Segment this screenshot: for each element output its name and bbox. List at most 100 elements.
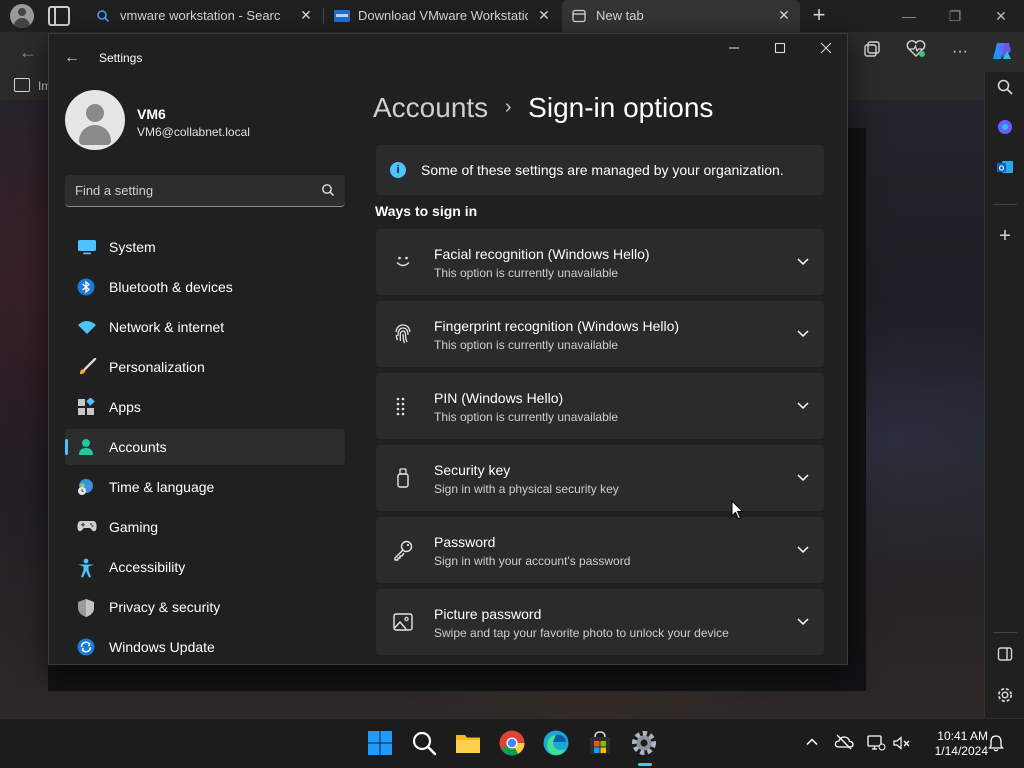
globe-clock-icon bbox=[77, 478, 95, 496]
back-arrow-icon[interactable]: ← bbox=[63, 49, 81, 67]
nav-item-accessibility[interactable]: Accessibility bbox=[65, 549, 345, 585]
nav-item-bluetooth[interactable]: Bluetooth & devices bbox=[65, 269, 345, 305]
chevron-down-icon[interactable] bbox=[796, 470, 810, 484]
accessibility-icon bbox=[77, 558, 95, 578]
profile-avatar-icon[interactable] bbox=[10, 4, 34, 28]
copilot-sidebar-icon[interactable] bbox=[993, 118, 1017, 142]
option-pin[interactable]: PIN (Windows Hello) This option is curre… bbox=[376, 373, 824, 439]
minimize-icon[interactable]: — bbox=[897, 6, 921, 26]
tab-vmware-download[interactable]: Download VMware Workstation ✕ bbox=[324, 0, 560, 32]
nav-label: Time & language bbox=[109, 479, 215, 495]
fingerprint-icon bbox=[392, 323, 414, 345]
back-arrow-icon[interactable]: ← bbox=[16, 40, 40, 64]
nav-label: Privacy & security bbox=[109, 599, 221, 615]
edge-icon[interactable] bbox=[542, 729, 572, 759]
collections-icon[interactable] bbox=[860, 40, 884, 64]
search-setting-box[interactable] bbox=[65, 175, 345, 207]
restore-icon[interactable]: ❐ bbox=[943, 6, 967, 26]
chrome-icon[interactable] bbox=[498, 729, 528, 759]
option-facial-recognition[interactable]: Facial recognition (Windows Hello) This … bbox=[376, 229, 824, 295]
chevron-down-icon[interactable] bbox=[796, 614, 810, 628]
chevron-down-icon[interactable] bbox=[796, 398, 810, 412]
chevron-up-icon[interactable] bbox=[802, 734, 822, 754]
page-title: Sign-in options bbox=[528, 92, 714, 123]
system-icon bbox=[77, 238, 96, 256]
start-windows-icon[interactable] bbox=[366, 729, 396, 759]
nav-label: Accounts bbox=[109, 439, 167, 455]
microsoft-store-icon[interactable] bbox=[586, 729, 616, 759]
nav-label: Bluetooth & devices bbox=[109, 279, 233, 295]
tab-new-tab[interactable]: New tab ✕ bbox=[562, 0, 800, 32]
hide-sidebar-icon[interactable] bbox=[993, 646, 1017, 670]
close-icon[interactable] bbox=[814, 40, 838, 60]
key-icon bbox=[392, 539, 414, 561]
option-picture-password[interactable]: Picture password Swipe and tap your favo… bbox=[376, 589, 824, 655]
close-tab-icon[interactable]: ✕ bbox=[776, 7, 792, 23]
picture-icon bbox=[392, 611, 414, 633]
window-shadow bbox=[848, 128, 866, 691]
accounts-icon bbox=[77, 438, 95, 456]
taskbar-search-icon[interactable] bbox=[410, 729, 440, 759]
user-name: VM6 bbox=[137, 106, 166, 122]
volume-muted-icon[interactable] bbox=[892, 734, 912, 754]
option-subtitle: Sign in with your account's password bbox=[434, 554, 631, 568]
chevron-down-icon[interactable] bbox=[796, 542, 810, 556]
notification-bell-icon[interactable] bbox=[986, 734, 1006, 754]
option-password[interactable]: Password Sign in with your account's pas… bbox=[376, 517, 824, 583]
tab-actions-icon[interactable] bbox=[48, 6, 70, 26]
nav-item-apps[interactable]: Apps bbox=[65, 389, 345, 425]
chevron-right-icon: › bbox=[504, 96, 512, 118]
tab-search[interactable]: vmware workstation - Search ✕ bbox=[86, 0, 322, 32]
update-icon bbox=[77, 638, 95, 656]
window-shadow bbox=[48, 665, 866, 691]
taskbar-clock[interactable]: 10:41 AM 1/14/2024 bbox=[918, 729, 988, 759]
shield-icon bbox=[77, 598, 95, 617]
close-tab-icon[interactable]: ✕ bbox=[536, 7, 552, 23]
nav-item-privacy[interactable]: Privacy & security bbox=[65, 589, 345, 625]
face-icon bbox=[392, 251, 414, 273]
browser-essentials-icon[interactable] bbox=[904, 40, 928, 64]
breadcrumb: Accounts › Sign-in options bbox=[373, 92, 713, 124]
minimize-icon[interactable] bbox=[722, 40, 746, 60]
import-favorites-icon[interactable] bbox=[14, 78, 30, 92]
search-icon[interactable] bbox=[993, 78, 1017, 102]
search-input[interactable] bbox=[75, 175, 315, 206]
network-monitor-icon[interactable] bbox=[866, 734, 886, 754]
option-fingerprint-recognition[interactable]: Fingerprint recognition (Windows Hello) … bbox=[376, 301, 824, 367]
copilot-icon[interactable] bbox=[990, 40, 1014, 64]
new-tab-plus-icon[interactable]: + bbox=[808, 4, 830, 26]
nav-item-windows-update[interactable]: Windows Update bbox=[65, 629, 345, 664]
nav-item-gaming[interactable]: Gaming bbox=[65, 509, 345, 545]
taskbar: 10:41 AM 1/14/2024 bbox=[0, 718, 1024, 768]
tab-label: New tab bbox=[596, 8, 644, 23]
maximize-icon[interactable] bbox=[768, 40, 792, 60]
breadcrumb-parent-link[interactable]: Accounts bbox=[373, 92, 488, 123]
avatar[interactable] bbox=[65, 90, 125, 150]
close-tab-icon[interactable]: ✕ bbox=[298, 7, 314, 23]
file-explorer-icon[interactable] bbox=[454, 729, 484, 759]
tab-label: vmware workstation - Search bbox=[120, 8, 280, 23]
add-sidebar-app-icon[interactable]: + bbox=[993, 224, 1017, 248]
sidebar-settings-icon[interactable] bbox=[993, 686, 1017, 710]
onedrive-offline-icon[interactable] bbox=[834, 734, 854, 754]
settings-gear-icon[interactable] bbox=[630, 729, 660, 766]
info-icon: i bbox=[390, 162, 406, 178]
nav-item-personalization[interactable]: Personalization bbox=[65, 349, 345, 385]
close-icon[interactable]: ✕ bbox=[989, 6, 1013, 26]
nav-item-network[interactable]: Network & internet bbox=[65, 309, 345, 345]
chevron-down-icon[interactable] bbox=[796, 326, 810, 340]
nav-label: Personalization bbox=[109, 359, 205, 375]
nav-item-time-language[interactable]: Time & language bbox=[65, 469, 345, 505]
chevron-down-icon[interactable] bbox=[796, 254, 810, 268]
nav-item-system[interactable]: System bbox=[65, 229, 345, 265]
search-icon[interactable] bbox=[321, 183, 335, 197]
nav-item-accounts[interactable]: Accounts bbox=[65, 429, 345, 465]
info-banner-text: Some of these settings are managed by yo… bbox=[421, 162, 784, 178]
more-options-icon[interactable]: ··· bbox=[948, 40, 972, 64]
nav-label: Apps bbox=[109, 399, 141, 415]
edge-sidebar: O + bbox=[984, 72, 1024, 718]
option-security-key[interactable]: Security key Sign in with a physical sec… bbox=[376, 445, 824, 511]
outlook-icon[interactable]: O bbox=[993, 158, 1017, 182]
sidebar-divider bbox=[993, 204, 1017, 205]
browser-tab-bar: vmware workstation - Search ✕ Download V… bbox=[0, 0, 1024, 32]
